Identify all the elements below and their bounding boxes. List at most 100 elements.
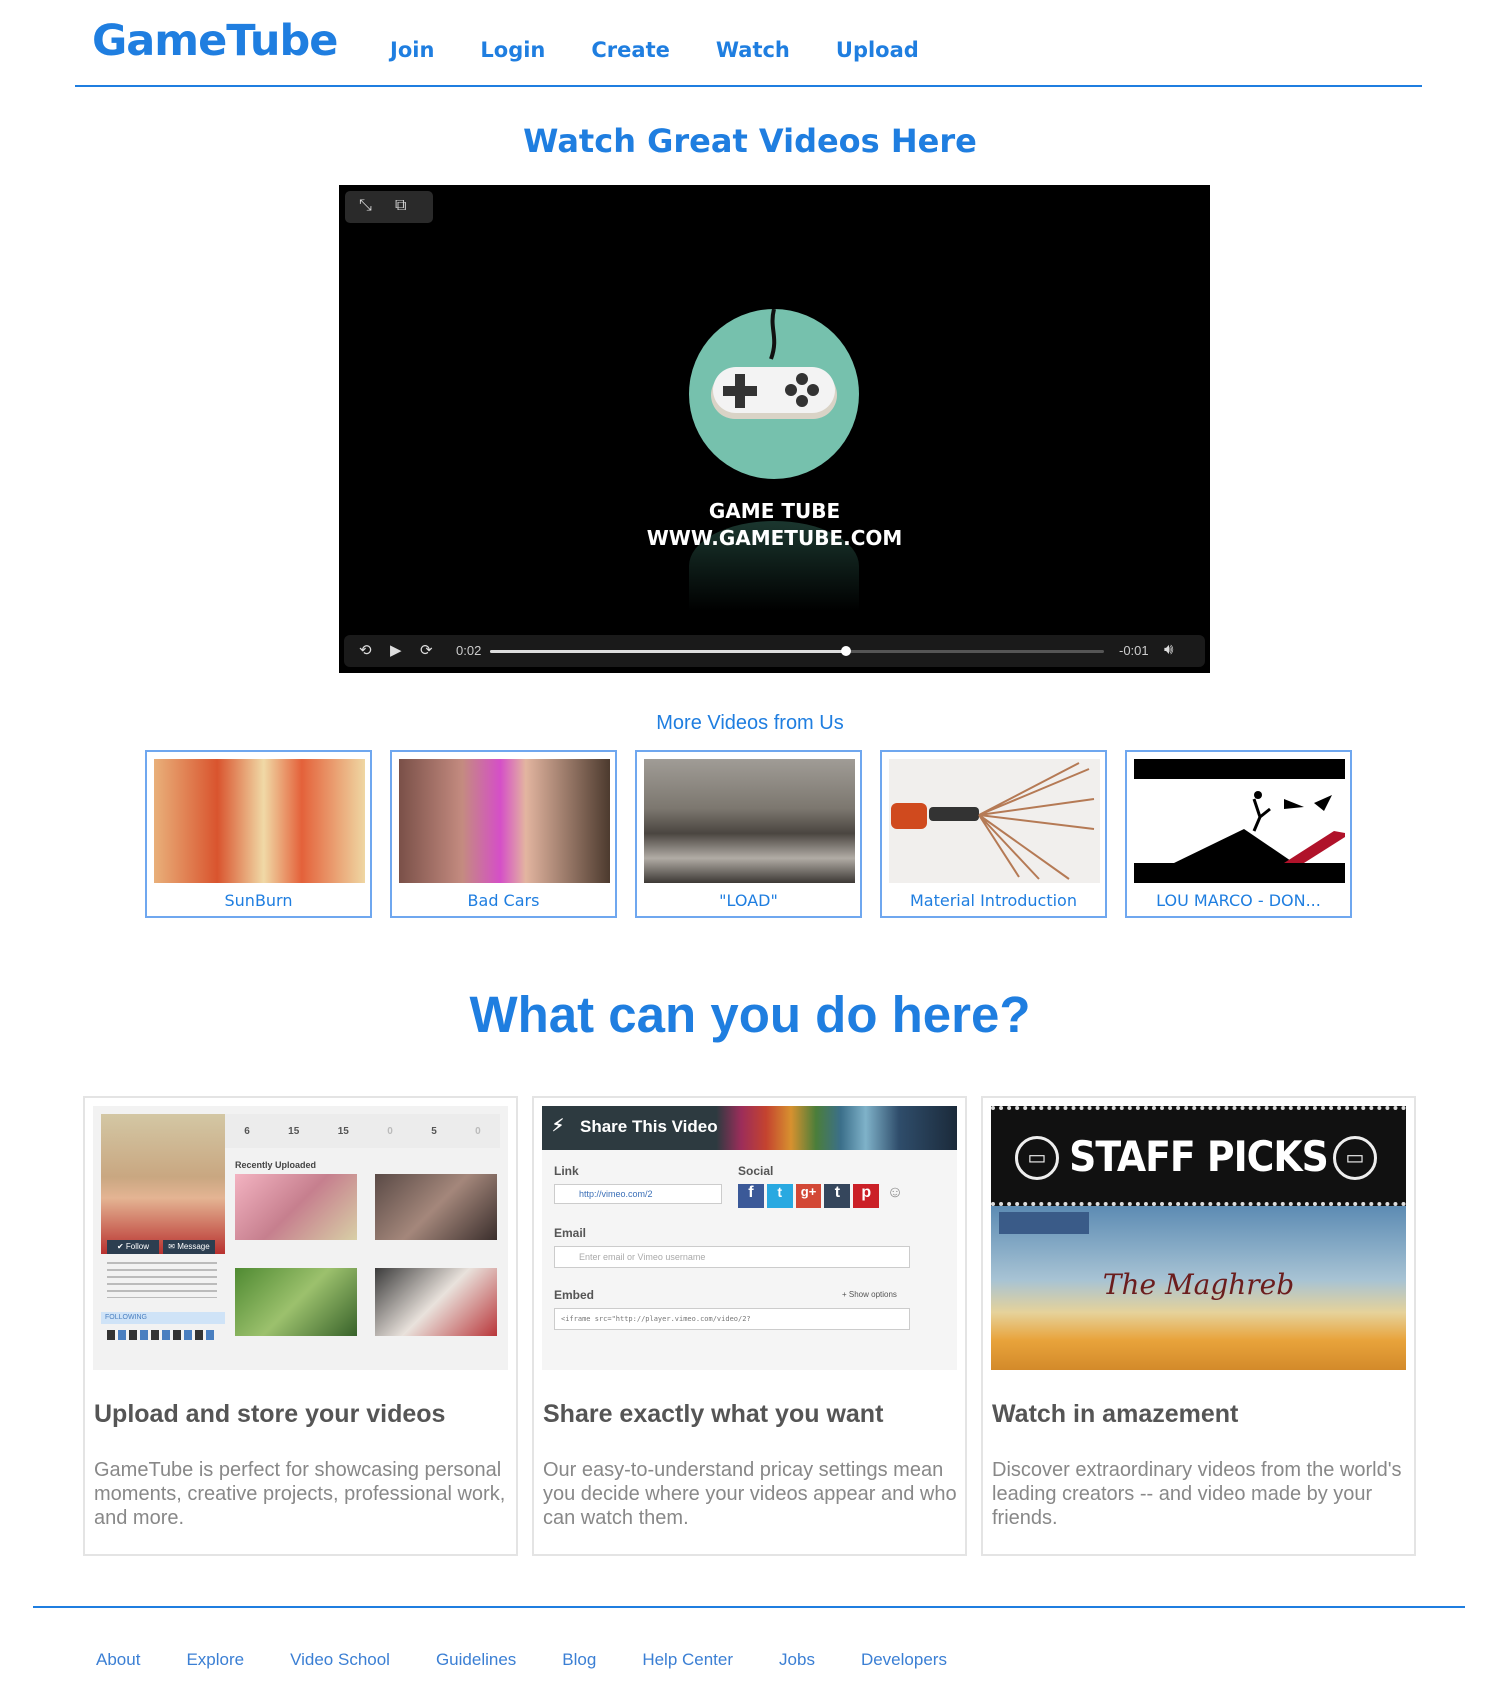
footer-nav: About Explore Video School Guidelines Bl…: [96, 1650, 993, 1670]
thumbnail-image: [889, 759, 1100, 883]
gamepad-icon: [711, 308, 837, 419]
share-screenshot: ⚡︎ Share This Video Link http://vimeo.co…: [542, 1106, 957, 1370]
nav-watch-link[interactable]: Watch: [716, 38, 790, 62]
tv-icon: ▭: [1333, 1136, 1377, 1180]
feature-title: Share exactly what you want: [543, 1400, 884, 1428]
recent-video-thumb: [235, 1268, 357, 1336]
more-videos-list: SunBurn Bad Cars "LOAD" Material Introdu…: [145, 750, 1370, 918]
feature-text: Our easy-to-understand pricay settings m…: [543, 1459, 957, 1529]
email-label: Email: [554, 1226, 587, 1240]
footer-blog-link[interactable]: Blog: [562, 1650, 596, 1670]
footer-guidelines-link[interactable]: Guidelines: [436, 1650, 516, 1670]
nav-login-link[interactable]: Login: [480, 38, 545, 62]
nav-upload-link[interactable]: Upload: [836, 38, 919, 62]
progress-track[interactable]: [490, 646, 1104, 656]
show-options-link[interactable]: + Show options: [842, 1290, 897, 1299]
profile-stats: 6 15 15 0 5 0: [225, 1114, 500, 1148]
video-player[interactable]: ⤡ ⧉ GAME TUBE WWW.GAMETUBE.COM ⟲ ▶ ⟳ 0:0…: [339, 185, 1210, 673]
gamepad-logo-circle: [689, 308, 859, 479]
profile-bio: [107, 1262, 217, 1298]
following-avatars: [107, 1330, 217, 1340]
recent-video-thumb: [235, 1174, 357, 1240]
twitter-icon[interactable]: t: [766, 1184, 793, 1208]
video-thumb-lou-marco[interactable]: LOU MARCO - DON...: [1125, 750, 1352, 918]
tumblr-icon[interactable]: t: [824, 1184, 851, 1208]
share-icon: ⚡︎: [552, 1116, 564, 1135]
video-thumb-load[interactable]: "LOAD": [635, 750, 862, 918]
link-input[interactable]: http://vimeo.com/2: [554, 1184, 722, 1204]
rewind-15-icon[interactable]: ⟲: [359, 641, 372, 659]
footer-developers-link[interactable]: Developers: [861, 1650, 947, 1670]
stat-likes: 15: [288, 1125, 300, 1137]
progress-fill: [490, 650, 847, 653]
picture-in-picture-icon[interactable]: ⧉: [395, 197, 406, 215]
play-icon[interactable]: ▶: [390, 641, 402, 659]
link-label: Link: [554, 1164, 579, 1178]
email-input[interactable]: Enter email or Vimeo username: [554, 1246, 910, 1268]
feature-card-upload: 6 15 15 0 5 0 Recently Uploaded ✔ Follow…: [83, 1096, 518, 1556]
progress-knob[interactable]: [841, 646, 852, 656]
video-title: SunBurn: [224, 891, 293, 910]
main-nav: Join Login Create Watch Upload: [390, 38, 965, 62]
feature-card-share: ⚡︎ Share This Video Link http://vimeo.co…: [532, 1096, 967, 1556]
elapsed-time: 0:02: [456, 643, 482, 658]
video-thumb-material-introduction[interactable]: Material Introduction: [880, 750, 1107, 918]
player-brand-line: GAME TUBE: [708, 499, 841, 523]
footer-video-school-link[interactable]: Video School: [290, 1650, 390, 1670]
player-top-controls: ⤡ ⧉: [345, 191, 433, 223]
player-url-line: WWW.GAMETUBE.COM: [646, 526, 903, 550]
nav-join-link[interactable]: Join: [390, 38, 434, 62]
embed-code-input[interactable]: <iframe src="http://player.vimeo.com/vid…: [554, 1308, 910, 1330]
site-header: GameTube Join Login Create Watch Upload: [75, 0, 1422, 87]
nav-create-link[interactable]: Create: [591, 38, 669, 62]
feature-text: GameTube is perfect for showcasing perso…: [94, 1459, 506, 1529]
share-header: ⚡︎ Share This Video: [542, 1106, 957, 1150]
stat-groups: 0: [387, 1125, 393, 1137]
recent-video-thumb: [375, 1174, 497, 1240]
footer-divider: [33, 1606, 1465, 1608]
forward-15-icon[interactable]: ⟳: [420, 641, 433, 659]
video-thumb-sunburn[interactable]: SunBurn: [145, 750, 372, 918]
message-button[interactable]: ✉ Message: [163, 1240, 215, 1254]
footer-explore-link[interactable]: Explore: [186, 1650, 244, 1670]
footer-jobs-link[interactable]: Jobs: [779, 1650, 815, 1670]
feature-card-watch: ▭ STAFF PICKS ▭ The Maghreb Watch in ama…: [981, 1096, 1416, 1556]
thumbnail-image: [1134, 759, 1345, 883]
video-thumb-bad-cars[interactable]: Bad Cars: [390, 750, 617, 918]
stat-channels: 5: [431, 1125, 437, 1137]
hero-title: Watch Great Videos Here: [523, 122, 977, 160]
stat-following: 15: [337, 1125, 349, 1137]
fullscreen-icon[interactable]: ⤡: [359, 197, 372, 215]
facebook-icon[interactable]: f: [738, 1184, 764, 1208]
features-title: What can you do here?: [469, 986, 1031, 1043]
google-plus-icon[interactable]: g+: [795, 1184, 822, 1208]
maghreb-title: The Maghreb: [1102, 1268, 1295, 1301]
footer-help-center-link[interactable]: Help Center: [642, 1650, 733, 1670]
recent-video-thumb: [375, 1268, 497, 1336]
watch-screenshot: ▭ STAFF PICKS ▭ The Maghreb: [991, 1106, 1406, 1370]
more-videos-title: More Videos from Us: [656, 712, 844, 734]
staff-picks-banner: ▭ STAFF PICKS ▭: [991, 1106, 1406, 1206]
feature-text: Discover extraordinary videos from the w…: [992, 1459, 1402, 1529]
reddit-icon[interactable]: ☺: [882, 1184, 908, 1208]
player-control-bar: ⟲ ▶ ⟳ 0:02 -0:01 🔊︎: [344, 635, 1205, 667]
remaining-time: -0:01: [1119, 643, 1149, 658]
social-label: Social: [738, 1164, 774, 1178]
profile-photo: [101, 1114, 225, 1254]
video-title: Bad Cars: [467, 891, 540, 910]
follow-button[interactable]: ✔ Follow: [107, 1240, 159, 1254]
social-buttons: f t g+ t p ☺: [738, 1184, 908, 1208]
video-title: LOU MARCO - DON...: [1156, 891, 1321, 910]
thumbnail-image: [399, 759, 610, 883]
video-title: "LOAD": [719, 891, 778, 910]
embed-label: Embed: [554, 1288, 595, 1302]
volume-icon[interactable]: 🔊︎: [1164, 641, 1173, 658]
following-label: FOLLOWING: [101, 1312, 225, 1324]
feature-title: Upload and store your videos: [94, 1400, 446, 1428]
site-logo[interactable]: GameTube: [92, 16, 338, 66]
pinterest-icon[interactable]: p: [853, 1184, 880, 1208]
share-title: Share This Video: [580, 1117, 718, 1136]
footer-about-link[interactable]: About: [96, 1650, 140, 1670]
stat-albums: 0: [475, 1125, 481, 1137]
feature-title: Watch in amazement: [992, 1400, 1239, 1428]
